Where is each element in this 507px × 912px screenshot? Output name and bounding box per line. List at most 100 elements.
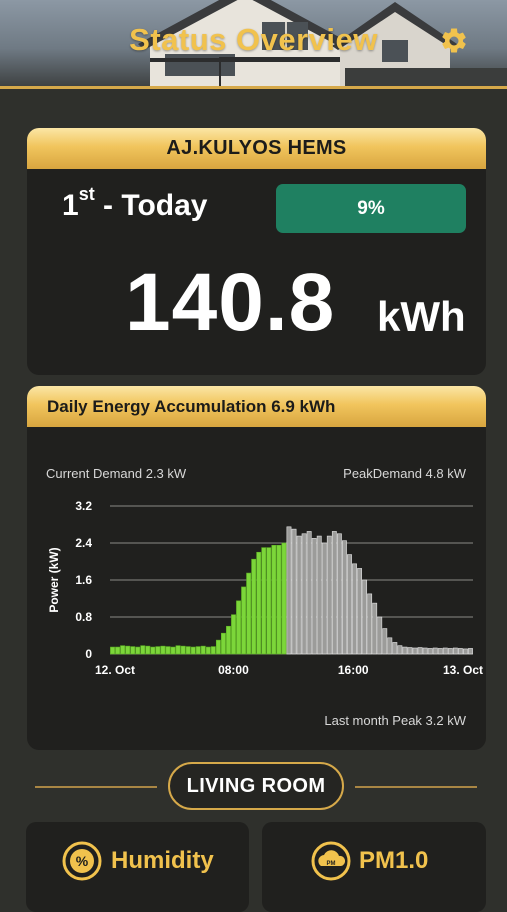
bar-forecast [301, 533, 307, 655]
bar-consumed [170, 646, 176, 655]
summary-card: AJ.KULYOS HEMS 1st - Today 9% 140.8 kWh [27, 128, 486, 375]
bar-consumed [180, 645, 186, 655]
bar-forecast [417, 647, 423, 655]
bar-consumed [115, 646, 120, 655]
x-tick-label: 16:00 [338, 663, 369, 677]
bar-consumed [110, 646, 115, 655]
y-tick-label: 0 [85, 647, 92, 661]
power-chart: 3.2 2.4 1.6 0.8 0 Power (kW) 12. Oct 08:00 16:00… [47, 499, 483, 677]
bar-forecast [357, 568, 362, 655]
y-tick-label: 1.6 [75, 573, 92, 587]
bar-forecast [427, 648, 433, 655]
svg-text:%: % [76, 853, 89, 869]
bar-forecast [447, 648, 453, 655]
bar-consumed [135, 646, 141, 655]
bar-consumed [205, 646, 211, 655]
bar-consumed [140, 645, 146, 655]
gear-icon[interactable] [439, 26, 469, 56]
bar-consumed [145, 645, 151, 655]
bar-consumed [210, 646, 216, 655]
bar-forecast [372, 602, 378, 655]
humidity-label: Humidity [111, 847, 214, 874]
bar-consumed [190, 646, 196, 655]
last-month-peak: Last month Peak 3.2 kW [324, 713, 466, 728]
bar-consumed [246, 572, 252, 655]
bar-forecast [407, 647, 413, 655]
percent-icon: % [62, 841, 102, 881]
x-tick-label: 08:00 [218, 663, 249, 677]
bar-consumed [215, 639, 221, 655]
page-title: Status Overview [129, 22, 378, 57]
x-tick-label: 12. Oct [95, 663, 135, 677]
bar-forecast [422, 647, 428, 655]
bar-consumed [195, 646, 201, 655]
bar-forecast [321, 542, 327, 655]
bar-forecast [387, 637, 393, 655]
bar-forecast [306, 531, 312, 655]
bar-consumed [150, 646, 156, 655]
y-tick-label: 3.2 [75, 499, 92, 513]
x-tick-label: 13. Oct [443, 663, 483, 677]
bar-consumed [200, 645, 206, 655]
pm10-label: PM1.0 [359, 847, 429, 874]
bar-forecast [336, 533, 342, 655]
bar-forecast [382, 628, 388, 655]
bar-consumed [120, 645, 126, 655]
divider-left [35, 786, 157, 788]
bar-forecast [331, 531, 337, 655]
humidity-tile[interactable]: % Humidity [26, 822, 249, 912]
bar-consumed [165, 646, 171, 655]
bar-consumed [185, 646, 191, 655]
bar-forecast [362, 579, 368, 655]
y-tick-label: 0.8 [75, 610, 92, 624]
bar-forecast [412, 647, 418, 655]
bar-consumed [281, 542, 287, 655]
system-name: AJ.KULYOS HEMS [27, 128, 486, 169]
bar-consumed [261, 547, 267, 655]
bar-consumed [276, 545, 282, 655]
bar-forecast [442, 647, 448, 655]
accumulation-card: Daily Energy Accumulation 6.9 kWh Curren… [27, 386, 486, 750]
pm10-tile[interactable]: PM PM1.0 [262, 822, 486, 912]
bar-consumed [221, 632, 226, 655]
bar-consumed [251, 558, 257, 655]
day-number: 1 [62, 189, 79, 222]
bar-forecast [286, 526, 292, 655]
y-axis-label: Power (kW) [47, 547, 61, 612]
bar-consumed [256, 551, 262, 655]
day-text: - Today [103, 189, 208, 222]
bar-forecast [397, 645, 403, 655]
bar-forecast [432, 647, 438, 655]
bar-consumed [231, 614, 236, 655]
header-divider [0, 86, 507, 89]
bar-forecast [468, 648, 473, 655]
pm-cloud-icon: PM [311, 841, 351, 881]
bar-forecast [402, 646, 408, 655]
bar-forecast [316, 535, 322, 655]
bar-consumed [130, 646, 136, 655]
bar-forecast [457, 648, 463, 655]
bar-forecast [452, 647, 458, 655]
bar-consumed [125, 645, 131, 655]
bar-consumed [266, 547, 272, 655]
bar-consumed [241, 586, 247, 655]
bar-forecast [437, 648, 443, 655]
living-room-button[interactable]: LIVING ROOM [168, 762, 344, 810]
bar-forecast [296, 535, 302, 655]
bar-consumed [236, 600, 241, 655]
energy-unit: kWh [377, 293, 466, 340]
bar-forecast [342, 540, 347, 655]
bar-forecast [311, 538, 317, 655]
divider-right [355, 786, 477, 788]
bar-forecast [291, 528, 297, 655]
day-suffix: st [78, 184, 95, 204]
bar-consumed [155, 646, 161, 655]
bar-consumed [271, 545, 277, 655]
bar-forecast [326, 535, 332, 655]
bar-consumed [226, 625, 231, 655]
bar-forecast [347, 554, 352, 655]
y-tick-label: 2.4 [75, 536, 92, 550]
svg-text:PM: PM [327, 861, 336, 867]
percent-badge: 9% [276, 184, 466, 233]
bar-forecast [367, 593, 373, 655]
